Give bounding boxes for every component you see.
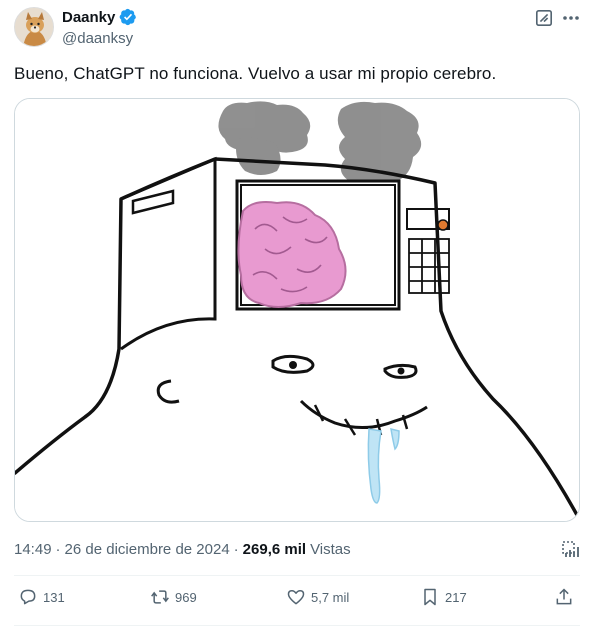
reply-icon [20,589,36,605]
divider [14,575,580,576]
handle[interactable]: @daanksy [62,30,133,47]
meta-separator: · [55,541,61,558]
views-label: Vistas [310,541,351,558]
tweet-meta: 14:49 · 26 de diciembre de 2024 · 269,6 … [14,541,351,558]
tweet-time[interactable]: 14:49 [14,541,52,558]
brain-microwave-drawing [15,99,579,521]
bookmark-button[interactable]: 217 [420,587,467,607]
analytics-icon[interactable] [561,540,581,560]
repost-count: 969 [175,589,197,605]
repost-button[interactable]: 969 [150,587,197,607]
reply-button[interactable]: 131 [18,587,65,607]
share-button[interactable] [554,587,574,607]
reply-count: 131 [43,589,65,605]
tweet: Daanky @daanksy Bueno, ChatGPT no funcio… [0,0,601,634]
tweet-image[interactable] [14,98,580,522]
action-bar: 131 969 5,7 mil 217 [14,587,582,615]
grok-icon[interactable] [535,9,553,27]
name-row: Daanky [62,8,137,26]
bookmark-icon [424,588,436,606]
share-icon [556,588,572,605]
more-icon[interactable] [562,8,580,28]
tweet-text: Bueno, ChatGPT no funciona. Vuelvo a usa… [14,64,497,83]
avatar[interactable] [14,7,54,47]
meta-separator: · [233,541,239,558]
divider [14,625,580,626]
repost-icon [151,590,169,604]
like-icon [287,590,305,605]
tweet-date[interactable]: 26 de diciembre de 2024 [65,541,230,558]
like-button[interactable]: 5,7 mil [286,587,349,607]
verified-icon[interactable] [119,8,137,26]
display-name[interactable]: Daanky [62,9,115,26]
bookmark-count: 217 [445,589,467,605]
views-count: 269,6 mil [242,541,307,558]
like-count: 5,7 mil [311,589,350,605]
